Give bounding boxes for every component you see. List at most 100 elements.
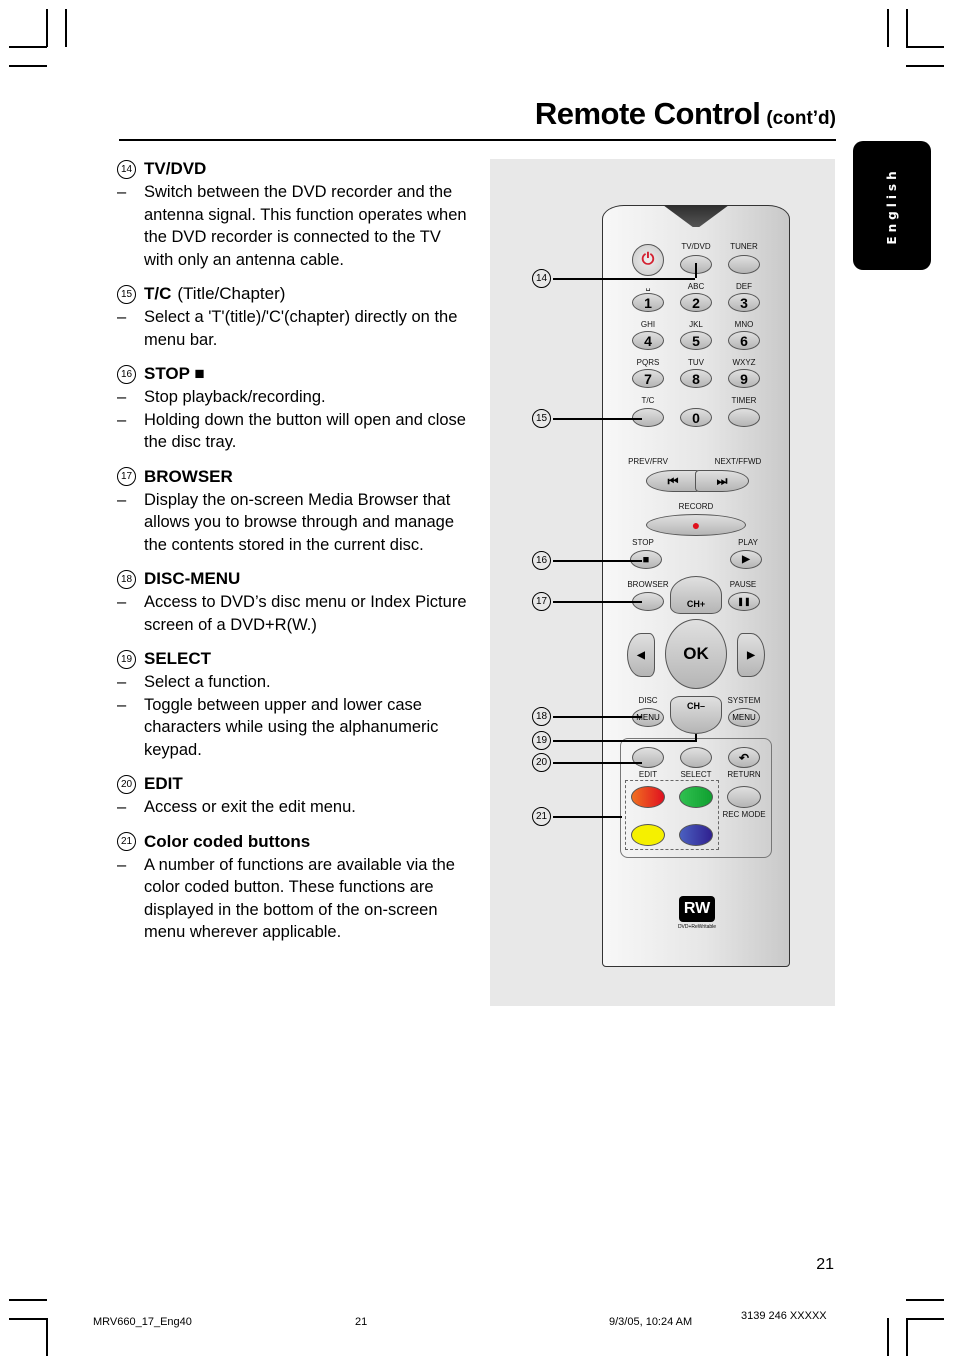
crop-mark <box>46 1318 48 1356</box>
next-button[interactable]: ⏭ <box>695 470 749 492</box>
item-heading: 15 T/C (Title/Chapter) <box>117 282 467 306</box>
item-bullet: – A number of functions are available via… <box>117 854 467 944</box>
tuner-label: TUNER <box>730 242 758 251</box>
page-title: Remote Control (cont’d) <box>535 96 836 132</box>
crop-mark <box>906 1299 944 1301</box>
browser-label: BROWSER <box>627 580 669 589</box>
item-heading: 17 BROWSER <box>117 465 467 489</box>
right-button[interactable]: ▶ <box>737 633 765 677</box>
item-label: TV/DVD <box>144 159 207 178</box>
edit-button[interactable] <box>632 747 664 768</box>
green-button[interactable] <box>679 786 713 808</box>
digit-6-glyph: 6 <box>740 332 748 349</box>
item-label: DISC-MENU <box>144 569 241 588</box>
bullet-text: Switch between the DVD recorder and the … <box>144 183 467 269</box>
callout-line <box>553 418 642 420</box>
digit-0-glyph: 0 <box>692 409 700 426</box>
digit-4-button[interactable]: 4 <box>632 331 664 350</box>
list-item: 16 STOP ■ – Stop playback/recording. – Holdin… <box>117 362 467 454</box>
rw-caption: DVD+ReWritable <box>677 924 717 930</box>
list-item: 15 T/C (Title/Chapter) – Select a 'T'(title)… <box>117 282 467 351</box>
rec-mode-button[interactable] <box>727 786 761 808</box>
dash: – <box>117 855 127 874</box>
item-number: 19 <box>117 649 136 669</box>
digit-1-button[interactable]: 1 <box>632 293 664 312</box>
item-number: 21 <box>117 832 136 851</box>
callout-line <box>553 762 642 764</box>
footer-file: MRV660_17_Eng40 <box>93 1316 192 1328</box>
return-label: RETURN <box>727 770 761 779</box>
list-item: 17 BROWSER – Display the on-screen Media Br… <box>117 465 467 557</box>
digit-7-button[interactable]: 7 <box>632 369 664 388</box>
prev-label: PREV/FRV <box>628 457 668 466</box>
stop-glyph: ■ <box>642 553 650 566</box>
digit-3-button[interactable]: 3 <box>728 293 760 312</box>
select-button[interactable] <box>680 747 712 768</box>
callout-marker: 19 <box>532 731 551 750</box>
item-bullet: – Toggle between upper and lower case cha… <box>117 694 467 762</box>
red-button[interactable] <box>631 786 665 808</box>
bullet-text: Access or exit the edit menu. <box>144 798 356 816</box>
footer-sheet: 21 <box>355 1316 368 1328</box>
ok-glyph: OK <box>683 644 709 663</box>
system-menu-button[interactable]: MENU <box>728 708 760 727</box>
play-button[interactable]: ▶ <box>730 550 762 569</box>
callout-line <box>553 601 642 603</box>
item-extra: (Title/Chapter) <box>177 284 286 303</box>
pause-glyph: ❚❚ <box>737 597 751 606</box>
return-button[interactable]: ↶ <box>728 747 760 768</box>
item-heading: 14 TV/DVD <box>117 157 467 181</box>
crop-mark <box>906 1318 908 1356</box>
language-tab: English <box>853 141 931 270</box>
power-button[interactable]: ⏻ <box>632 244 664 276</box>
item-label: T/C <box>144 284 172 303</box>
item-bullet: – Switch between the DVD recorder and the… <box>117 181 467 271</box>
bullet-text: Holding down the button will open and cl… <box>144 410 466 452</box>
prev-button[interactable]: ⏮ <box>646 470 700 492</box>
ch-plus-button[interactable]: CH+ <box>670 576 722 614</box>
tuner-button[interactable] <box>728 255 760 274</box>
ir-window <box>663 205 729 227</box>
digit-9-button[interactable]: 9 <box>728 369 760 388</box>
digit-0-button[interactable]: 0 <box>680 408 712 427</box>
footer-code: 3139 246 XXXXX <box>741 1310 827 1322</box>
crop-mark <box>9 46 47 48</box>
digit-2-button[interactable]: 2 <box>680 293 712 312</box>
list-item: 21 Color coded buttons – A number of functi… <box>117 830 467 944</box>
bullet-text: Stop playback/recording. <box>144 388 326 406</box>
item-heading: 19 SELECT <box>117 647 467 671</box>
digit-8-button[interactable]: 8 <box>680 369 712 388</box>
record-button[interactable]: ● <box>646 514 746 536</box>
pause-button[interactable]: ❚❚ <box>728 592 760 611</box>
item-label: SELECT <box>144 649 212 668</box>
item-bullet: – Display the on-screen Media Browser tha… <box>117 489 467 557</box>
right-glyph: ▶ <box>747 649 755 661</box>
ok-button[interactable]: OK <box>665 619 727 689</box>
item-bullet: – Holding down the button will open and c… <box>117 409 467 454</box>
callout-marker: 17 <box>532 592 551 611</box>
digit-2-glyph: 2 <box>692 294 700 311</box>
blue-button[interactable] <box>679 824 713 846</box>
item-number: 18 <box>117 569 136 589</box>
timer-button[interactable] <box>728 408 760 427</box>
item-number: 17 <box>117 467 136 486</box>
item-bullet: – Access or exit the edit menu. <box>117 796 467 819</box>
crop-mark <box>65 9 67 47</box>
digit-6-button[interactable]: 6 <box>728 331 760 350</box>
title-rule <box>119 139 836 141</box>
left-button[interactable]: ◀ <box>627 633 655 677</box>
bullet-text: Access to DVD’s disc menu or Index Pictu… <box>144 593 467 634</box>
callout-line <box>695 734 697 742</box>
dash: – <box>117 410 127 429</box>
callout-marker: 21 <box>532 807 551 826</box>
crop-mark <box>46 9 48 47</box>
digit-5-button[interactable]: 5 <box>680 331 712 350</box>
wxyz-label: WXYZ <box>732 358 756 367</box>
dash: – <box>117 673 127 691</box>
page-number: 21 <box>816 1256 834 1273</box>
yellow-button[interactable] <box>631 824 665 846</box>
crop-mark <box>906 1318 944 1320</box>
item-number: 14 <box>117 159 136 179</box>
item-list: 14 TV/DVD – Switch between the DVD recorder… <box>117 157 467 955</box>
digit-5-glyph: 5 <box>692 332 700 349</box>
